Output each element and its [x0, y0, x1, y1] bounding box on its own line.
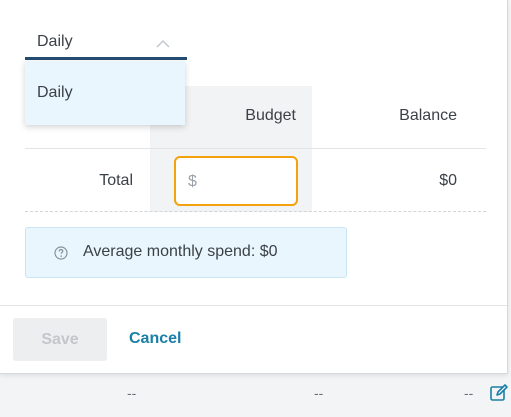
cancel-button[interactable]: Cancel — [129, 330, 181, 348]
chevron-up-icon[interactable] — [156, 39, 170, 48]
column-header-balance: Balance — [399, 107, 457, 124]
column-header-budget: Budget — [245, 107, 296, 124]
budget-input-wrapper[interactable] — [174, 156, 298, 206]
row-label-total: Total — [99, 172, 133, 189]
budget-page: Daily Daily Budget Balance Total $0 Aver… — [0, 0, 511, 417]
table-cell: -- — [464, 385, 474, 401]
edit-icon[interactable] — [489, 383, 509, 403]
save-button[interactable]: Save — [13, 318, 107, 361]
average-spend-info: Average monthly spend: $0 — [25, 227, 347, 278]
average-spend-text: Average monthly spend: $0 — [83, 243, 278, 260]
budget-input[interactable] — [188, 172, 288, 192]
table-cell: -- — [127, 385, 137, 401]
row-balance-total: $0 — [439, 172, 457, 189]
budget-popover: Daily Daily Budget Balance Total $0 Aver… — [0, 0, 508, 374]
row-divider — [25, 211, 486, 212]
period-dropdown-menu: Daily — [25, 61, 185, 125]
table-cell: -- — [314, 385, 324, 401]
period-option-daily[interactable]: Daily — [37, 84, 73, 102]
question-circle-icon — [54, 246, 68, 260]
footer-divider — [0, 305, 507, 306]
header-divider — [25, 148, 486, 149]
period-select-value: Daily — [37, 33, 73, 50]
